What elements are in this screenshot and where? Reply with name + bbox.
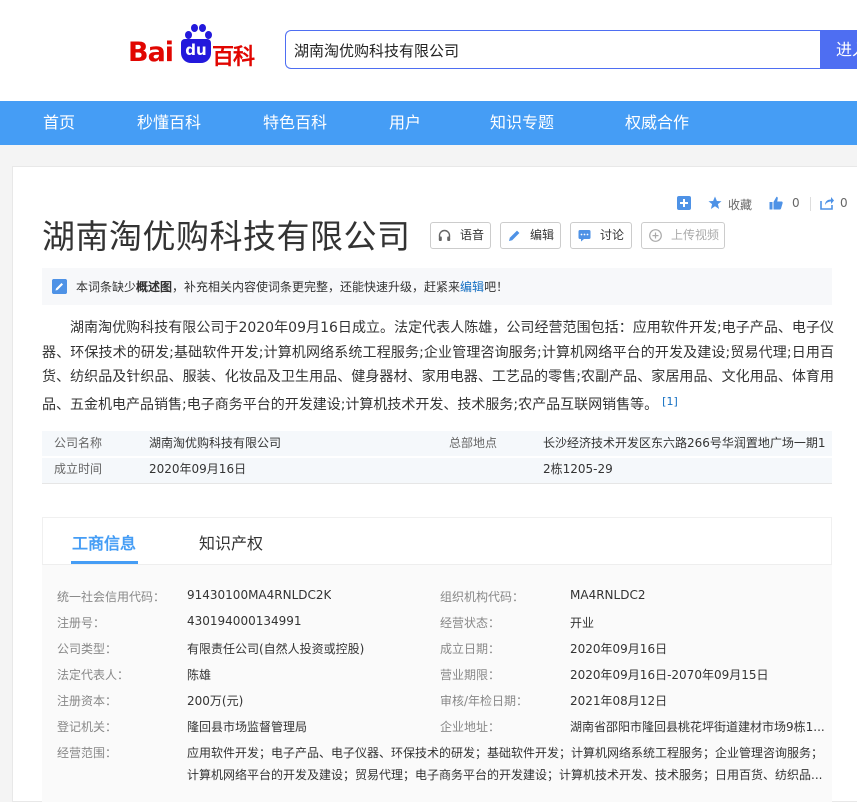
- nav-item-featured[interactable]: 特色百科: [263, 101, 327, 145]
- nav-item-miaodong[interactable]: 秒懂百科: [137, 101, 201, 145]
- hq-value-line2: 2栋1205-29: [543, 462, 613, 476]
- divider: [810, 197, 811, 211]
- add-icon[interactable]: [677, 196, 691, 210]
- baidu-baike-logo[interactable]: Bai du 百科: [128, 24, 268, 70]
- company-name-label: 公司名称: [54, 436, 103, 450]
- company-name-value: 湖南淘优购科技有限公司: [149, 436, 282, 450]
- nav-item-topics[interactable]: 知识专题: [490, 101, 554, 145]
- address-label: 企业地址：: [440, 720, 501, 734]
- audit-date-value: 2021年08月12日: [570, 694, 668, 708]
- org-code-value: MA4RNLDC2: [570, 588, 646, 602]
- est-date-value: 2020年09月16日: [570, 642, 668, 656]
- edit-button[interactable]: 编辑: [500, 222, 561, 249]
- edit-notice-icon: [52, 279, 67, 294]
- company-type-label: 公司类型：: [57, 642, 118, 656]
- plus-circle-icon: [649, 229, 662, 242]
- logo-text-du: du: [181, 39, 211, 63]
- audit-date-label: 审核/年检日期：: [440, 694, 529, 708]
- missing-image-notice: 本词条缺少概述图，补充相关内容使词条更完整，还能快速升级，赶紧来编辑吧！: [42, 268, 832, 305]
- like-count: 0: [792, 196, 800, 210]
- edit-button-label: 编辑: [530, 228, 555, 242]
- share-icon[interactable]: [820, 196, 834, 210]
- pencil-icon: [509, 230, 520, 241]
- authority-value: 隆回县市场监督管理局: [187, 720, 308, 734]
- main-nav: 首页 秒懂百科 特色百科 用户 知识专题 权威合作: [0, 101, 857, 145]
- est-date-label: 成立日期：: [440, 642, 501, 656]
- page-title: 湖南淘优购科技有限公司: [42, 217, 411, 256]
- notice-edit-link[interactable]: 编辑: [460, 280, 484, 294]
- capital-label: 注册资本：: [57, 694, 118, 708]
- voice-button-label: 语音: [460, 228, 485, 242]
- legal-rep-value: 陈雄: [187, 668, 212, 682]
- status-label: 经营状态：: [440, 616, 501, 630]
- voice-button[interactable]: 语音: [430, 222, 491, 249]
- notice-text-part3: 吧！: [484, 280, 509, 294]
- nav-item-user[interactable]: 用户: [389, 101, 421, 145]
- enter-entry-button[interactable]: 进入: [820, 30, 857, 69]
- notice-text-part2: ，补充相关内容使词条更完整，还能快速升级，赶紧来: [172, 280, 461, 294]
- summary-text: 湖南淘优购科技有限公司于2020年09月16日成立。法定代表人陈雄，公司经营范围…: [42, 320, 834, 413]
- divider: [42, 483, 832, 484]
- reg-no-value: 430194000134991: [187, 614, 302, 628]
- org-code-label: 组织机构代码：: [440, 590, 525, 604]
- term-value: 2020年09月16日-2070年09月15日: [570, 668, 769, 682]
- search-box: [285, 30, 820, 69]
- tab-business-info[interactable]: 工商信息: [72, 530, 136, 554]
- headphones-icon: [438, 229, 451, 241]
- logo-text-baike: 百科: [212, 45, 255, 70]
- logo-text-bai: Bai: [128, 37, 174, 68]
- business-info-panel: 统一社会信用代码： 91430100MA4RNLDC2K 组织机构代码： MA4…: [42, 565, 832, 802]
- scope-value: 应用软件开发；电子产品、电子仪器、环保技术的研发；基础软件开发；计算机网络系统工…: [187, 746, 824, 782]
- founded-label: 成立时间: [54, 462, 103, 476]
- scope-label: 经营范围：: [57, 746, 118, 760]
- company-type-value: 有限责任公司(自然人投资或控股): [187, 642, 365, 656]
- authority-label: 登记机关：: [57, 720, 118, 734]
- upload-video-button[interactable]: 上传视频: [641, 222, 725, 249]
- nav-item-home[interactable]: 首页: [43, 101, 75, 145]
- hq-value-line1: 长沙经济技术开发区东六路266号华润置地广场一期1: [543, 436, 826, 450]
- capital-value: 200万(元): [187, 694, 244, 708]
- discuss-button[interactable]: 讨论: [570, 222, 632, 249]
- chat-icon: [578, 230, 591, 242]
- hq-label: 总部地点: [449, 436, 498, 450]
- summary-paragraph: 湖南淘优购科技有限公司于2020年09月16日成立。法定代表人陈雄，公司经营范围…: [42, 316, 834, 417]
- credit-code-value: 91430100MA4RNLDC2K: [187, 588, 332, 602]
- thumbs-up-icon[interactable]: [769, 196, 783, 210]
- notice-text: 本词条缺少概述图，补充相关内容使词条更完整，还能快速升级，赶紧来编辑吧！: [76, 278, 508, 295]
- reg-no-label: 注册号：: [57, 616, 106, 630]
- paw-icon: [184, 24, 212, 40]
- active-tab-underline: [71, 561, 138, 564]
- header: Bai du 百科 进入: [0, 0, 857, 101]
- basic-info-table: 公司名称 湖南淘优购科技有限公司 总部地点 长沙经济技术开发区东六路266号华润…: [42, 431, 832, 484]
- legal-rep-label: 法定代表人：: [57, 668, 130, 682]
- address-value: 湖南省邵阳市隆回县桃花坪街道建材市场9栋1...: [570, 720, 825, 734]
- notice-text-bold: 概述图: [136, 280, 173, 294]
- status-value: 开业: [570, 616, 595, 630]
- share-count: 0: [840, 196, 848, 210]
- star-icon[interactable]: [708, 196, 722, 210]
- discuss-button-label: 讨论: [600, 228, 625, 242]
- upload-video-button-label: 上传视频: [671, 228, 720, 242]
- info-tabs: 工商信息 知识产权: [42, 517, 832, 565]
- collect-button[interactable]: 收藏: [728, 196, 752, 212]
- credit-code-label: 统一社会信用代码：: [57, 590, 166, 604]
- notice-text-part1: 本词条缺少: [76, 280, 137, 294]
- term-label: 营业期限：: [440, 668, 501, 682]
- search-input[interactable]: [294, 39, 804, 61]
- nav-item-partners[interactable]: 权威合作: [625, 101, 689, 145]
- reference-link[interactable]: [1]: [662, 395, 678, 408]
- founded-value: 2020年09月16日: [149, 462, 247, 476]
- tab-intellectual-property[interactable]: 知识产权: [199, 530, 263, 554]
